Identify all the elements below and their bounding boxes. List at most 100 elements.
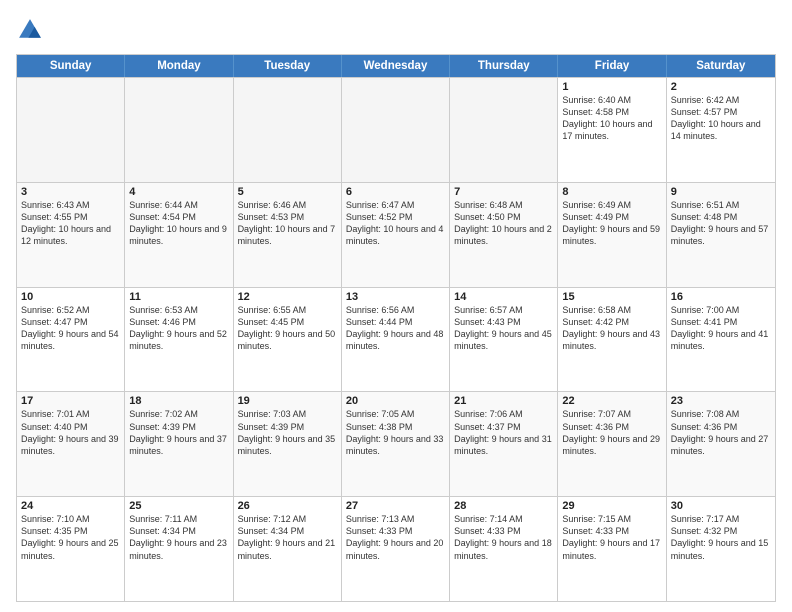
day-cell-3: 3Sunrise: 6:43 AM Sunset: 4:55 PM Daylig…: [17, 183, 125, 287]
day-cell-27: 27Sunrise: 7:13 AM Sunset: 4:33 PM Dayli…: [342, 497, 450, 601]
day-number: 14: [454, 291, 553, 303]
day-number: 9: [671, 186, 771, 198]
empty-cell: [17, 78, 125, 182]
day-number: 23: [671, 395, 771, 407]
day-number: 27: [346, 500, 445, 512]
day-cell-18: 18Sunrise: 7:02 AM Sunset: 4:39 PM Dayli…: [125, 392, 233, 496]
day-number: 4: [129, 186, 228, 198]
day-cell-6: 6Sunrise: 6:47 AM Sunset: 4:52 PM Daylig…: [342, 183, 450, 287]
day-info: Sunrise: 6:48 AM Sunset: 4:50 PM Dayligh…: [454, 199, 553, 248]
day-number: 28: [454, 500, 553, 512]
empty-cell: [234, 78, 342, 182]
day-number: 17: [21, 395, 120, 407]
week-row-5: 24Sunrise: 7:10 AM Sunset: 4:35 PM Dayli…: [17, 496, 775, 601]
day-cell-11: 11Sunrise: 6:53 AM Sunset: 4:46 PM Dayli…: [125, 288, 233, 392]
day-number: 11: [129, 291, 228, 303]
calendar-header: SundayMondayTuesdayWednesdayThursdayFrid…: [17, 55, 775, 77]
day-info: Sunrise: 6:57 AM Sunset: 4:43 PM Dayligh…: [454, 304, 553, 353]
day-info: Sunrise: 7:00 AM Sunset: 4:41 PM Dayligh…: [671, 304, 771, 353]
header-cell-tuesday: Tuesday: [234, 55, 342, 77]
day-cell-4: 4Sunrise: 6:44 AM Sunset: 4:54 PM Daylig…: [125, 183, 233, 287]
day-cell-17: 17Sunrise: 7:01 AM Sunset: 4:40 PM Dayli…: [17, 392, 125, 496]
day-cell-7: 7Sunrise: 6:48 AM Sunset: 4:50 PM Daylig…: [450, 183, 558, 287]
day-cell-21: 21Sunrise: 7:06 AM Sunset: 4:37 PM Dayli…: [450, 392, 558, 496]
day-number: 3: [21, 186, 120, 198]
day-cell-9: 9Sunrise: 6:51 AM Sunset: 4:48 PM Daylig…: [667, 183, 775, 287]
day-info: Sunrise: 7:06 AM Sunset: 4:37 PM Dayligh…: [454, 408, 553, 457]
week-row-1: 1Sunrise: 6:40 AM Sunset: 4:58 PM Daylig…: [17, 77, 775, 182]
day-cell-2: 2Sunrise: 6:42 AM Sunset: 4:57 PM Daylig…: [667, 78, 775, 182]
day-info: Sunrise: 6:46 AM Sunset: 4:53 PM Dayligh…: [238, 199, 337, 248]
header-cell-sunday: Sunday: [17, 55, 125, 77]
day-info: Sunrise: 7:02 AM Sunset: 4:39 PM Dayligh…: [129, 408, 228, 457]
day-number: 19: [238, 395, 337, 407]
day-cell-23: 23Sunrise: 7:08 AM Sunset: 4:36 PM Dayli…: [667, 392, 775, 496]
day-info: Sunrise: 6:51 AM Sunset: 4:48 PM Dayligh…: [671, 199, 771, 248]
day-number: 6: [346, 186, 445, 198]
day-info: Sunrise: 6:40 AM Sunset: 4:58 PM Dayligh…: [562, 94, 661, 143]
empty-cell: [125, 78, 233, 182]
day-info: Sunrise: 6:42 AM Sunset: 4:57 PM Dayligh…: [671, 94, 771, 143]
day-info: Sunrise: 6:47 AM Sunset: 4:52 PM Dayligh…: [346, 199, 445, 248]
day-cell-1: 1Sunrise: 6:40 AM Sunset: 4:58 PM Daylig…: [558, 78, 666, 182]
day-info: Sunrise: 7:01 AM Sunset: 4:40 PM Dayligh…: [21, 408, 120, 457]
day-number: 25: [129, 500, 228, 512]
day-number: 18: [129, 395, 228, 407]
day-info: Sunrise: 7:08 AM Sunset: 4:36 PM Dayligh…: [671, 408, 771, 457]
day-number: 1: [562, 81, 661, 93]
calendar: SundayMondayTuesdayWednesdayThursdayFrid…: [16, 54, 776, 602]
header: [16, 16, 776, 44]
day-info: Sunrise: 7:12 AM Sunset: 4:34 PM Dayligh…: [238, 513, 337, 562]
header-cell-saturday: Saturday: [667, 55, 775, 77]
day-number: 5: [238, 186, 337, 198]
day-number: 26: [238, 500, 337, 512]
day-info: Sunrise: 6:44 AM Sunset: 4:54 PM Dayligh…: [129, 199, 228, 248]
logo-icon: [16, 16, 44, 44]
day-number: 21: [454, 395, 553, 407]
day-info: Sunrise: 7:15 AM Sunset: 4:33 PM Dayligh…: [562, 513, 661, 562]
day-cell-25: 25Sunrise: 7:11 AM Sunset: 4:34 PM Dayli…: [125, 497, 233, 601]
day-cell-22: 22Sunrise: 7:07 AM Sunset: 4:36 PM Dayli…: [558, 392, 666, 496]
day-info: Sunrise: 6:56 AM Sunset: 4:44 PM Dayligh…: [346, 304, 445, 353]
day-info: Sunrise: 7:05 AM Sunset: 4:38 PM Dayligh…: [346, 408, 445, 457]
day-number: 10: [21, 291, 120, 303]
page: SundayMondayTuesdayWednesdayThursdayFrid…: [0, 0, 792, 612]
day-cell-8: 8Sunrise: 6:49 AM Sunset: 4:49 PM Daylig…: [558, 183, 666, 287]
day-info: Sunrise: 6:49 AM Sunset: 4:49 PM Dayligh…: [562, 199, 661, 248]
empty-cell: [450, 78, 558, 182]
header-cell-monday: Monday: [125, 55, 233, 77]
day-number: 2: [671, 81, 771, 93]
day-cell-10: 10Sunrise: 6:52 AM Sunset: 4:47 PM Dayli…: [17, 288, 125, 392]
day-cell-28: 28Sunrise: 7:14 AM Sunset: 4:33 PM Dayli…: [450, 497, 558, 601]
day-info: Sunrise: 6:53 AM Sunset: 4:46 PM Dayligh…: [129, 304, 228, 353]
day-cell-20: 20Sunrise: 7:05 AM Sunset: 4:38 PM Dayli…: [342, 392, 450, 496]
day-cell-16: 16Sunrise: 7:00 AM Sunset: 4:41 PM Dayli…: [667, 288, 775, 392]
day-cell-15: 15Sunrise: 6:58 AM Sunset: 4:42 PM Dayli…: [558, 288, 666, 392]
day-number: 16: [671, 291, 771, 303]
header-cell-friday: Friday: [558, 55, 666, 77]
day-info: Sunrise: 7:17 AM Sunset: 4:32 PM Dayligh…: [671, 513, 771, 562]
day-cell-12: 12Sunrise: 6:55 AM Sunset: 4:45 PM Dayli…: [234, 288, 342, 392]
day-cell-24: 24Sunrise: 7:10 AM Sunset: 4:35 PM Dayli…: [17, 497, 125, 601]
day-info: Sunrise: 7:10 AM Sunset: 4:35 PM Dayligh…: [21, 513, 120, 562]
day-number: 20: [346, 395, 445, 407]
day-cell-14: 14Sunrise: 6:57 AM Sunset: 4:43 PM Dayli…: [450, 288, 558, 392]
day-number: 7: [454, 186, 553, 198]
day-info: Sunrise: 6:52 AM Sunset: 4:47 PM Dayligh…: [21, 304, 120, 353]
day-number: 15: [562, 291, 661, 303]
header-cell-thursday: Thursday: [450, 55, 558, 77]
logo: [16, 16, 48, 44]
day-info: Sunrise: 6:58 AM Sunset: 4:42 PM Dayligh…: [562, 304, 661, 353]
day-number: 22: [562, 395, 661, 407]
day-number: 13: [346, 291, 445, 303]
day-cell-13: 13Sunrise: 6:56 AM Sunset: 4:44 PM Dayli…: [342, 288, 450, 392]
day-number: 30: [671, 500, 771, 512]
day-info: Sunrise: 7:13 AM Sunset: 4:33 PM Dayligh…: [346, 513, 445, 562]
day-info: Sunrise: 7:07 AM Sunset: 4:36 PM Dayligh…: [562, 408, 661, 457]
week-row-4: 17Sunrise: 7:01 AM Sunset: 4:40 PM Dayli…: [17, 391, 775, 496]
calendar-body: 1Sunrise: 6:40 AM Sunset: 4:58 PM Daylig…: [17, 77, 775, 601]
week-row-2: 3Sunrise: 6:43 AM Sunset: 4:55 PM Daylig…: [17, 182, 775, 287]
day-info: Sunrise: 6:43 AM Sunset: 4:55 PM Dayligh…: [21, 199, 120, 248]
week-row-3: 10Sunrise: 6:52 AM Sunset: 4:47 PM Dayli…: [17, 287, 775, 392]
day-cell-30: 30Sunrise: 7:17 AM Sunset: 4:32 PM Dayli…: [667, 497, 775, 601]
